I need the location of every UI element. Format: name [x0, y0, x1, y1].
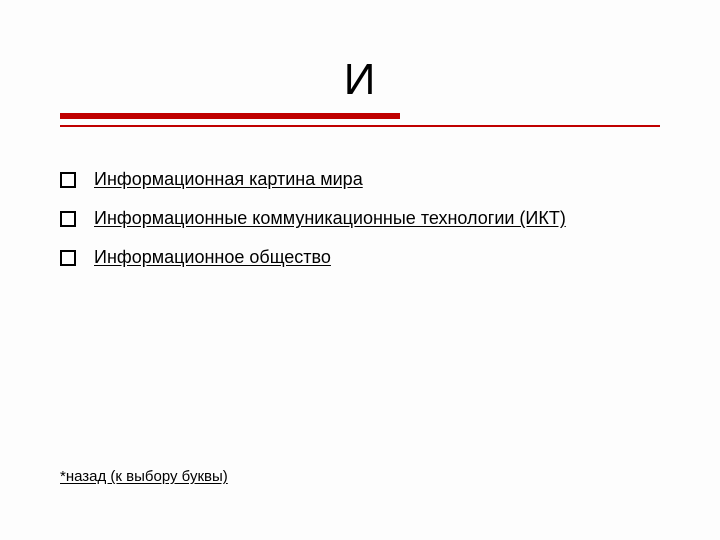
slide: И Информационная картина мира Информацио…	[0, 0, 720, 540]
bullet-square-icon	[60, 172, 76, 188]
list-item: Информационные коммуникационные технолог…	[60, 208, 660, 229]
bullet-square-icon	[60, 211, 76, 227]
topic-list: Информационная картина мира Информационн…	[60, 169, 660, 268]
title-underline	[60, 111, 660, 129]
topic-link[interactable]: Информационные коммуникационные технолог…	[94, 208, 566, 229]
back-link[interactable]: *назад (к выбору буквы)	[60, 468, 228, 485]
bullet-square-icon	[60, 250, 76, 266]
topic-link[interactable]: Информационная картина мира	[94, 169, 363, 190]
list-item: Информационное общество	[60, 247, 660, 268]
rule-thick	[60, 113, 400, 119]
list-item: Информационная картина мира	[60, 169, 660, 190]
page-title: И	[60, 55, 660, 105]
topic-link[interactable]: Информационное общество	[94, 247, 331, 268]
rule-thin	[60, 125, 660, 127]
title-area: И	[60, 55, 660, 105]
